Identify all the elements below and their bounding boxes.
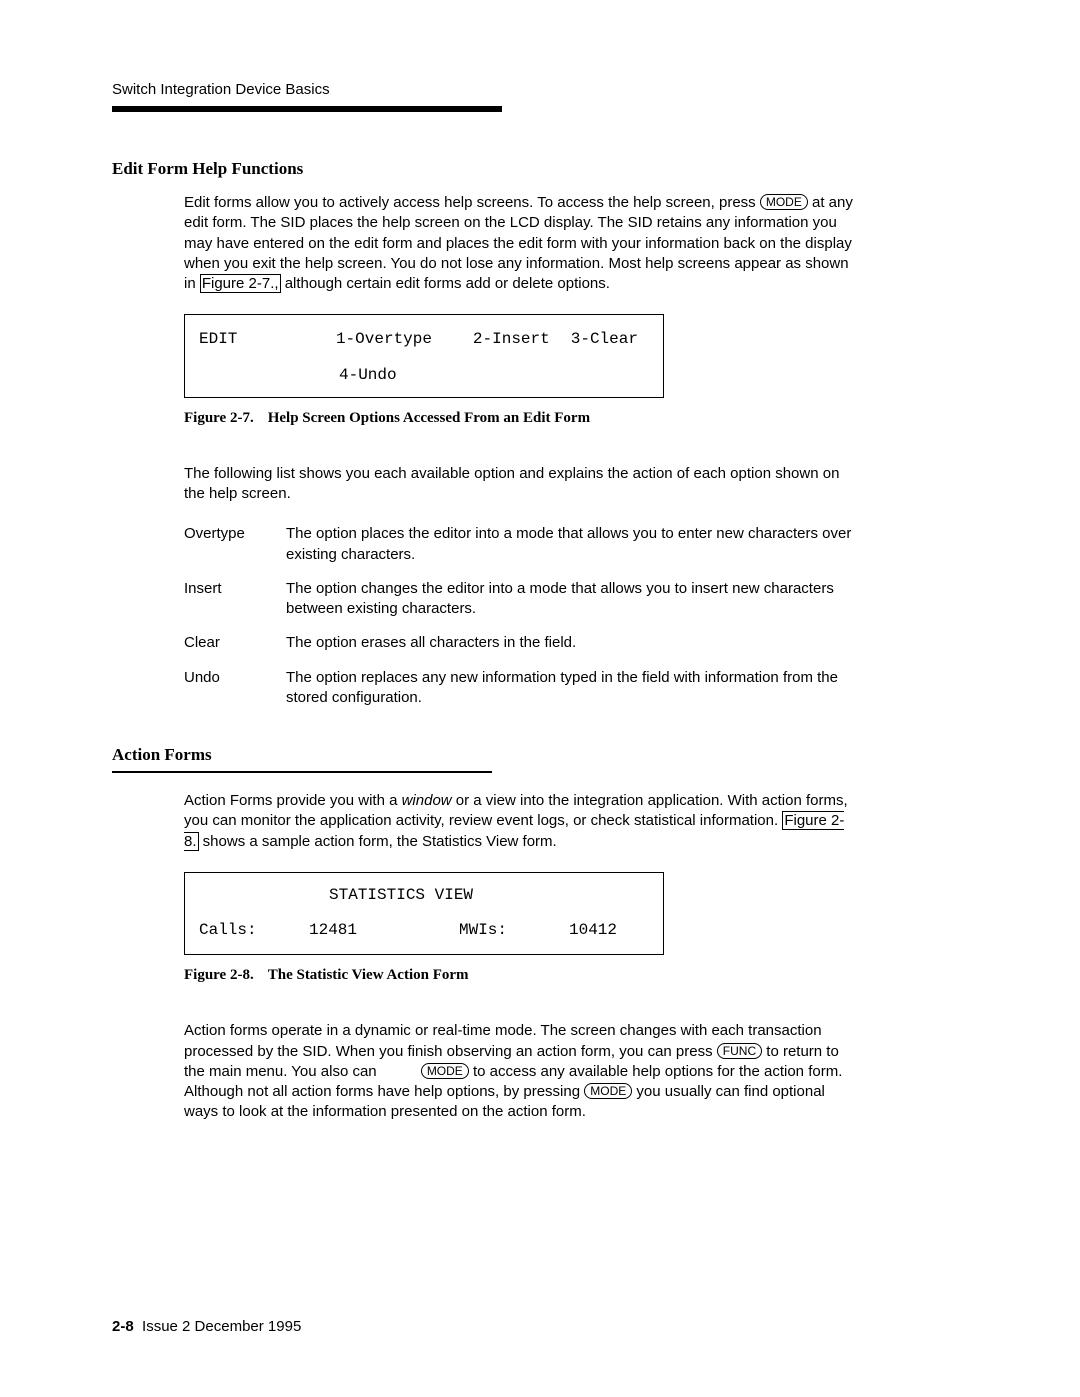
figure-2-7-caption: Figure 2-7. Help Screen Options Accessed … (184, 408, 858, 428)
def-text: The option erases all characters in the … (286, 633, 858, 653)
lcd-cell: 2-Insert (473, 329, 571, 351)
midpara: The following list shows you each availa… (184, 464, 858, 505)
lcd-cell: 3-Clear (571, 329, 649, 351)
lcd-help-screen: EDIT 1-Overtype 2-Insert 3-Clear 4-Undo (184, 314, 664, 397)
def-text: The option places the editor into a mode… (286, 524, 858, 565)
lcd-cell: 1-Overtype (336, 329, 473, 351)
section2-para2: Action forms operate in a dynamic or rea… (184, 1021, 858, 1122)
lcd-cell: 4-Undo (339, 365, 479, 387)
def-row-undo: Undo The option replaces any new informa… (184, 668, 858, 709)
caption-text: The Statistic View Action Form (268, 967, 469, 983)
caption-label: Figure 2-8. (184, 965, 254, 985)
def-term: Insert (184, 579, 286, 620)
caption-text: Help Screen Options Accessed From an Edi… (268, 410, 590, 426)
section-title-edit-form-help: Edit Form Help Functions (112, 158, 858, 181)
lcd-cell (199, 365, 339, 387)
issue-info: Issue 2 December 1995 (142, 1318, 301, 1335)
def-row-insert: Insert The option changes the editor int… (184, 579, 858, 620)
mode-key-icon: MODE (760, 194, 808, 210)
section2-para1: Action Forms provide you with a window o… (184, 791, 858, 852)
page: Switch Integration Device Basics Edit Fo… (0, 0, 1080, 1397)
lcd-row: EDIT 1-Overtype 2-Insert 3-Clear (199, 329, 649, 351)
lcd-statistics-view: STATISTICS VIEW Calls: 12481 MWIs: 10412 (184, 872, 664, 955)
def-row-clear: Clear The option erases all characters i… (184, 633, 858, 653)
text: shows a sample action form, the Statisti… (199, 833, 557, 850)
page-footer: 2-8 Issue 2 December 1995 (112, 1317, 301, 1337)
func-key-icon: FUNC (717, 1043, 762, 1059)
def-text: The option changes the editor into a mod… (286, 579, 858, 620)
mode-key-icon: MODE (421, 1063, 469, 1079)
figure-2-8-caption: Figure 2-8. The Statistic View Action For… (184, 965, 858, 985)
section-title-action-forms: Action Forms (112, 744, 858, 767)
def-term: Undo (184, 668, 286, 709)
definitions-list: Overtype The option places the editor in… (184, 524, 858, 708)
lcd-cell: 12481 (309, 920, 459, 942)
section1-para: Edit forms allow you to actively access … (184, 193, 858, 294)
running-head: Switch Integration Device Basics (112, 80, 858, 100)
lcd-row: Calls: 12481 MWIs: 10412 (199, 920, 649, 942)
lcd-row: 4-Undo (199, 365, 649, 387)
section1-body: Edit forms allow you to actively access … (184, 193, 858, 504)
page-number: 2-8 (112, 1318, 134, 1335)
italic-window: window (402, 792, 452, 809)
caption-label: Figure 2-7. (184, 408, 254, 428)
mode-key-icon: MODE (584, 1083, 632, 1099)
text: Edit forms allow you to actively access … (184, 194, 760, 211)
text: Action Forms provide you with a (184, 792, 402, 809)
def-row-overtype: Overtype The option places the editor in… (184, 524, 858, 565)
figure-2-7-link[interactable]: Figure 2-7., (200, 274, 281, 293)
def-text: The option replaces any new information … (286, 668, 858, 709)
def-term: Clear (184, 633, 286, 653)
lcd-cell: 10412 (569, 920, 649, 942)
section2-body: Action Forms provide you with a window o… (184, 791, 858, 1122)
lcd-cell: MWIs: (459, 920, 569, 942)
text: although certain edit forms add or delet… (281, 275, 610, 292)
def-term: Overtype (184, 524, 286, 565)
lcd-cell: Calls: (199, 920, 309, 942)
lcd-cell: EDIT (199, 329, 336, 351)
section-rule (112, 771, 492, 773)
header-rule (112, 106, 502, 112)
lcd-title: STATISTICS VIEW (199, 885, 649, 907)
